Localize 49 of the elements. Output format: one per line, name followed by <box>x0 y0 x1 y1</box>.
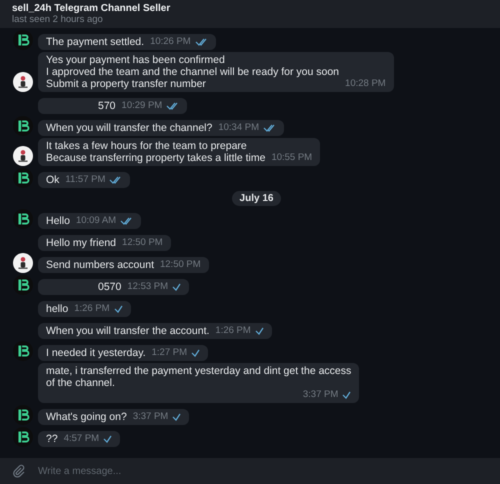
message-text: Send numbers account <box>46 259 154 271</box>
attach-button[interactable] <box>0 458 38 484</box>
message-time: 3:37 PM <box>132 411 168 423</box>
message-text: Ok <box>46 174 60 186</box>
logo-icon[interactable] <box>13 209 33 229</box>
paperclip-icon <box>12 464 26 478</box>
logo-icon[interactable] <box>13 168 33 188</box>
message-time: 12:53 PM <box>127 281 168 293</box>
last-seen-status: last seen 2 hours ago <box>12 14 104 25</box>
chat-title: sell_24h Telegram Channel Seller <box>12 3 172 14</box>
message-text: I needed it yesterday. <box>46 347 146 359</box>
person-avatar-icon[interactable] <box>13 72 33 92</box>
message-time: 10:26 PM <box>150 36 191 48</box>
logo-icon[interactable] <box>13 427 33 447</box>
message-time: 10:29 PM <box>122 100 162 112</box>
message-text: When you will transfer the channel? <box>46 122 212 134</box>
message-text: Yes your payment has been confirmed I approved the team and the channel will be ready for you soon Submit a property transfer number <box>46 54 340 90</box>
message-text: The payment settled. <box>46 36 144 48</box>
message-time: 10:34 PM <box>218 122 260 134</box>
message-time: 4:57 PM <box>64 433 100 445</box>
message-text: When you will transfer the account. <box>46 325 210 337</box>
person-avatar-icon[interactable] <box>13 146 33 166</box>
message-time: 1:26 PM <box>74 303 110 315</box>
message-time: 10:28 PM <box>345 78 386 90</box>
message-input[interactable]: Write a message... <box>38 458 500 484</box>
message-text: What's going on? <box>46 411 127 423</box>
message-text: It takes a few hours for the team to prepare Because transferring property takes a little time <box>46 140 266 164</box>
message-text: hello <box>46 303 68 315</box>
message-text: mate, i transferred the payment yesterday and dint get the access of the channel. <box>46 365 352 389</box>
message-time: 10:55 PM <box>271 152 312 164</box>
message-time: 12:50 PM <box>160 259 201 271</box>
logo-icon[interactable] <box>13 341 33 361</box>
logo-icon[interactable] <box>13 116 33 136</box>
logo-icon[interactable] <box>13 30 33 50</box>
logo-icon[interactable] <box>13 405 33 425</box>
message-text: Hello <box>46 215 70 227</box>
message-time: 1:26 PM <box>215 325 251 337</box>
message-text: Hello my friend <box>46 237 116 249</box>
message-text: 570 <box>98 100 116 112</box>
message-time: 11:57 PM <box>65 174 106 186</box>
date-badge: July 16 <box>232 191 282 206</box>
message-text: ?? <box>46 433 58 445</box>
person-avatar-icon[interactable] <box>13 253 33 273</box>
message-text: 0570 <box>98 281 122 293</box>
message-time: 12:50 PM <box>122 237 163 249</box>
message-time: 10:09 AM <box>76 215 116 227</box>
message-time: 1:27 PM <box>152 347 188 359</box>
message-time: 3:37 PM <box>302 389 338 401</box>
logo-icon[interactable] <box>13 275 33 295</box>
